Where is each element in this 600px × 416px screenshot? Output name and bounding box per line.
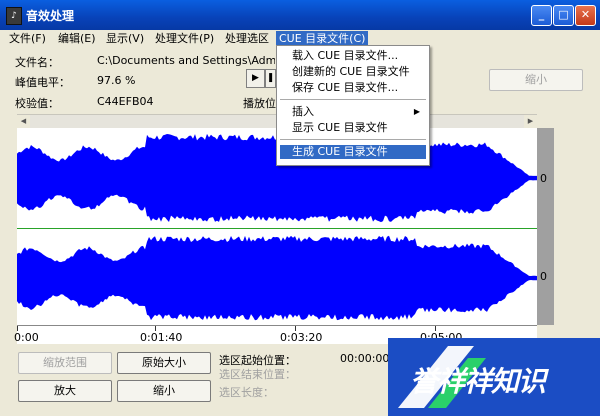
- menu-separator: [280, 99, 426, 100]
- menu-file[interactable]: 文件(F): [6, 31, 49, 46]
- checksum-value: C44EFB04: [97, 95, 154, 108]
- menu-item-insert[interactable]: 插入 ▶: [280, 105, 426, 119]
- zoom-in-button[interactable]: 放大: [18, 380, 112, 402]
- zero-label-bottom: 0: [540, 270, 547, 283]
- checksum-label: 校验值：: [15, 97, 59, 110]
- original-size-button[interactable]: 原始大小: [117, 352, 211, 374]
- waveform-side-panel: [537, 128, 554, 325]
- time-label: 0:03:20: [280, 331, 323, 344]
- filename-value: C:\Documents and Settings\Administrato: [97, 54, 275, 67]
- selection-end-label: 选区结束位置：: [219, 368, 296, 381]
- maximize-button[interactable]: □: [553, 5, 574, 26]
- zoom-range-button[interactable]: 缩放范围: [18, 352, 112, 374]
- window-title: 音效处理: [26, 9, 75, 23]
- watermark-logo: 誉祥祥知识: [388, 338, 600, 416]
- menu-process-selection[interactable]: 处理选区: [222, 31, 272, 46]
- scroll-left-icon[interactable]: ◀: [17, 115, 30, 128]
- menu-item-generate-cue[interactable]: 生成 CUE 目录文件: [280, 145, 426, 159]
- selection-length-label: 选区长度：: [219, 386, 274, 399]
- cue-dropdown-menu: 载入 CUE 目录文件... 创建新的 CUE 目录文件 保存 CUE 目录文件…: [276, 45, 430, 166]
- menu-item-insert-label: 插入: [292, 105, 314, 118]
- app-icon: ♪: [6, 7, 22, 25]
- menu-edit[interactable]: 编辑(E): [55, 31, 99, 46]
- waveform-channel: [17, 235, 537, 321]
- title-bar: ♪ 音效处理 _ □ ✕: [0, 0, 600, 30]
- time-label: 0:01:40: [140, 331, 183, 344]
- minimize-button[interactable]: _: [531, 5, 552, 26]
- peak-value: 97.6 %: [97, 74, 136, 87]
- pause-button[interactable]: ❚: [265, 69, 276, 88]
- menu-item-show-cue[interactable]: 显示 CUE 目录文件: [280, 121, 426, 135]
- submenu-arrow-icon: ▶: [413, 107, 420, 116]
- time-label: 0:00: [14, 331, 39, 344]
- close-button[interactable]: ✕: [575, 5, 596, 26]
- peak-label: 峰值电平：: [15, 76, 70, 89]
- menu-cue[interactable]: CUE 目录文件(C): [276, 31, 369, 46]
- play-button[interactable]: ▶: [246, 69, 265, 88]
- filename-label: 文件名：: [15, 56, 59, 69]
- menu-separator: [280, 139, 426, 140]
- menu-item-load-cue[interactable]: 载入 CUE 目录文件...: [280, 49, 426, 63]
- selection-start-value: 00:00:00: [340, 352, 390, 365]
- menu-process-file[interactable]: 处理文件(P): [152, 31, 217, 46]
- scroll-right-icon[interactable]: ▶: [524, 115, 537, 128]
- menu-item-save-cue[interactable]: 保存 CUE 目录文件...: [280, 81, 426, 95]
- zoom-out-button[interactable]: 缩小: [117, 380, 211, 402]
- menu-item-create-cue[interactable]: 创建新的 CUE 目录文件: [280, 65, 426, 79]
- zoom-out-top-button[interactable]: 缩小: [489, 69, 583, 91]
- play-position-label: 播放位: [243, 97, 276, 110]
- watermark-text: 誉祥祥知识: [410, 365, 546, 398]
- zero-label-top: 0: [540, 172, 547, 185]
- menu-view[interactable]: 显示(V): [103, 31, 147, 46]
- channel-divider: [17, 228, 537, 229]
